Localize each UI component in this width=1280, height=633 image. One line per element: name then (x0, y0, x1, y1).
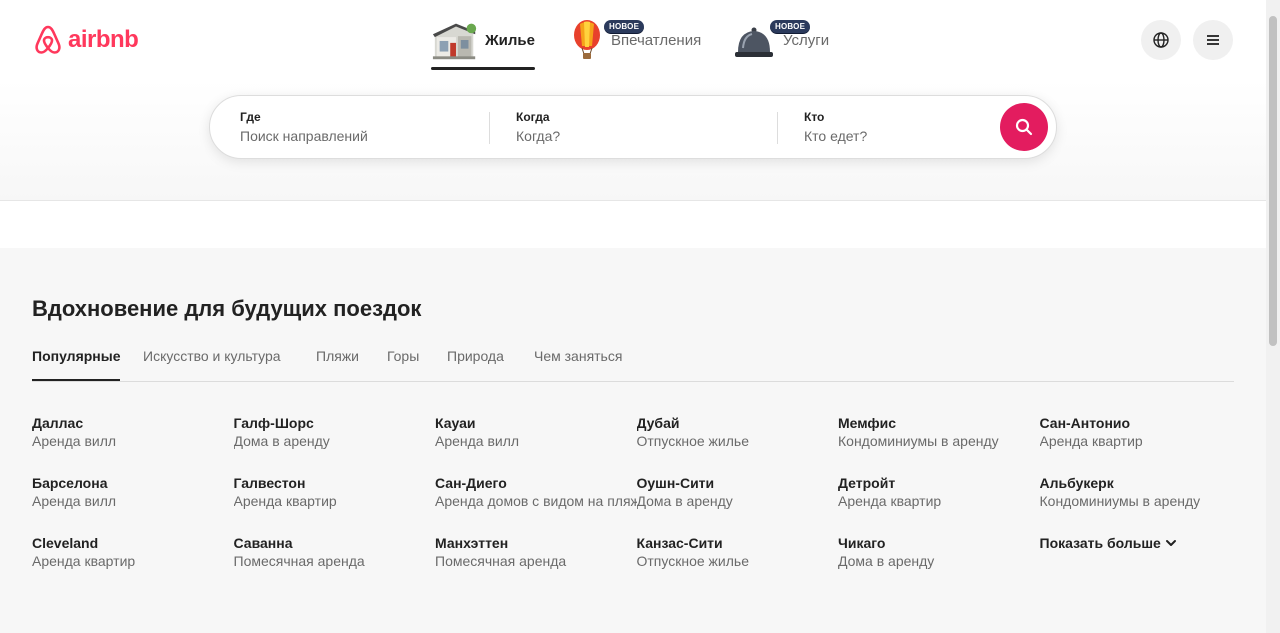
category-tabs: Жилье Впечатления НОВОЕ Услуги НОВОЕ (0, 0, 1266, 80)
tab-experiences[interactable]: Впечатления НОВОЕ (571, 18, 703, 70)
destination-type: Аренда квартир (233, 493, 337, 509)
tab-stays[interactable]: Жилье (431, 18, 535, 70)
destination-link[interactable]: Мемфис Кондоминиумы в аренду (838, 414, 1040, 474)
destination-type: Отпускное жилье (636, 433, 749, 449)
tab-services[interactable]: Услуги НОВОЕ (733, 18, 833, 70)
who-field[interactable]: Кто Кто едет? (774, 96, 994, 158)
destination-link[interactable]: Детройт Аренда квартир (838, 474, 1040, 534)
destination-city: Чикаго (838, 535, 886, 551)
where-field[interactable]: Где Поиск направлений (210, 96, 490, 158)
destination-type: Аренда квартир (838, 493, 942, 509)
destination-link[interactable]: Саванна Помесячная аренда (234, 534, 436, 594)
destination-link[interactable]: Галф-Шорс Дома в аренду (234, 414, 436, 474)
destination-link[interactable]: Сан-Диего Аренда домов с видом на пляж (435, 474, 637, 534)
destination-link[interactable]: Чикаго Дома в аренду (838, 534, 1040, 594)
header: airbnb Жилье Впечатления НОВОЕ Услуги НО… (0, 0, 1266, 201)
show-more-button[interactable]: Показать больше (1040, 534, 1236, 552)
where-label: Где (240, 110, 261, 124)
language-button[interactable] (1141, 20, 1181, 60)
destination-link[interactable]: Даллас Аренда вилл (32, 414, 234, 474)
destination-type: Аренда вилл (32, 433, 117, 449)
search-button[interactable] (1000, 103, 1048, 151)
destination-link[interactable]: Канзас-Сити Отпускное жилье (637, 534, 839, 594)
inspiration-tabs: Популярные Искусство и культура Пляжи Го… (32, 340, 1234, 382)
who-label: Кто (804, 110, 825, 124)
when-field[interactable]: Когда Когда? (486, 96, 776, 158)
destination-city: Барселона (32, 475, 108, 491)
main-menu-button[interactable] (1193, 20, 1233, 60)
new-badge: НОВОЕ (604, 20, 645, 34)
destination-type: Отпускное жилье (636, 553, 749, 569)
service-bell-icon (735, 27, 773, 57)
tab-mountains[interactable]: Горы (387, 348, 419, 381)
destination-type: Аренда домов с видом на пляж (435, 493, 637, 509)
tab-services-label: Услуги (783, 32, 830, 49)
destination-type: Дома в аренду (838, 553, 935, 569)
tab-popular[interactable]: Популярные (32, 348, 121, 381)
destination-city: Даллас (32, 415, 84, 431)
tab-things-to-do[interactable]: Чем заняться (534, 348, 622, 381)
destination-city: Сан-Диего (435, 475, 507, 491)
destination-type: Дома в аренду (636, 493, 733, 509)
destination-link[interactable]: Барселона Аренда вилл (32, 474, 234, 534)
destination-city: Cleveland (32, 535, 99, 551)
show-more-cell: Показать больше (1040, 534, 1242, 594)
destination-city: Дубай (636, 415, 680, 431)
destination-city: Кауаи (435, 415, 476, 431)
inspiration-section: Вдохновение для будущих поездок Популярн… (0, 248, 1266, 633)
section-title: Вдохновение для будущих поездок (32, 296, 422, 321)
destinations-grid: Даллас Аренда вилл Галф-Шорс Дома в аренду… (32, 414, 1234, 594)
vertical-scrollbar[interactable] (1266, 0, 1280, 633)
destination-city: Детройт (838, 475, 896, 491)
destination-link[interactable]: Дубай Отпускное жилье (637, 414, 839, 474)
destination-city: Саванна (233, 535, 293, 551)
destination-link[interactable]: Манхэттен Помесячная аренда (435, 534, 637, 594)
tab-experiences-label: Впечатления (611, 32, 702, 49)
destination-city: Канзас-Сити (636, 535, 723, 551)
when-placeholder: Когда? (516, 128, 561, 144)
destination-type: Помесячная аренда (233, 553, 365, 569)
where-placeholder: Поиск направлений (240, 128, 368, 144)
destination-type: Кондоминиумы в аренду (838, 433, 999, 449)
destination-link[interactable]: Cleveland Аренда квартир (32, 534, 234, 594)
chevron-down-icon (1165, 540, 1176, 546)
show-more-label: Показать больше (1039, 535, 1161, 551)
search-icon (1015, 118, 1033, 136)
tab-stays-label: Жилье (485, 32, 535, 49)
house-icon (432, 23, 477, 60)
destination-city: Альбукерк (1039, 475, 1114, 491)
who-placeholder: Кто едет? (804, 128, 868, 144)
destination-type: Аренда квартир (32, 553, 136, 569)
destination-type: Аренда вилл (32, 493, 117, 509)
destination-city: Галф-Шорс (233, 415, 314, 431)
scrollbar-thumb[interactable] (1269, 16, 1277, 346)
destination-type: Кондоминиумы в аренду (1039, 493, 1201, 509)
destination-city: Сан-Антонио (1039, 415, 1131, 431)
destination-type: Аренда квартир (1039, 433, 1143, 449)
destination-type: Аренда вилл (435, 433, 520, 449)
destination-type: Помесячная аренда (435, 553, 567, 569)
hamburger-menu-icon (1207, 35, 1219, 45)
globe-icon (1153, 32, 1169, 48)
tab-beaches[interactable]: Пляжи (316, 348, 359, 381)
when-label: Когда (516, 110, 550, 124)
search-bar: Где Поиск направлений Когда Когда? Кто К… (209, 95, 1057, 159)
destination-link[interactable]: Галвестон Аренда квартир (234, 474, 436, 534)
destination-city: Манхэттен (435, 535, 509, 551)
destination-link[interactable]: Сан-Антонио Аренда квартир (1040, 414, 1242, 474)
destination-link[interactable]: Оушн-Сити Дома в аренду (637, 474, 839, 534)
hot-air-balloon-icon (574, 20, 600, 59)
destination-city: Мемфис (838, 415, 897, 431)
destination-type: Дома в аренду (233, 433, 330, 449)
destination-city: Галвестон (233, 475, 306, 491)
destination-link[interactable]: Альбукерк Кондоминиумы в аренду (1040, 474, 1242, 534)
tab-nature[interactable]: Природа (447, 348, 504, 381)
new-badge: НОВОЕ (770, 20, 811, 34)
tab-arts-culture[interactable]: Искусство и культура (143, 348, 281, 381)
destination-city: Оушн-Сити (636, 475, 715, 491)
destination-link[interactable]: Кауаи Аренда вилл (435, 414, 637, 474)
